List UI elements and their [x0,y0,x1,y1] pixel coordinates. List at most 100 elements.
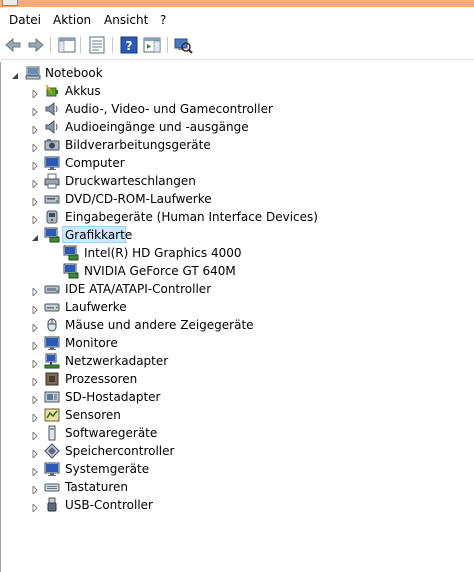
collapse-arrow-icon[interactable] [11,69,19,79]
window-icon[interactable] [2,0,18,6]
hard-drive-icon [44,299,60,315]
tree-item-bildverarbeitung[interactable]: Bildverarbeitungsgeräte [1,136,471,154]
expand-arrow-icon[interactable] [31,303,39,316]
expand-arrow-icon[interactable] [31,87,39,100]
tree-root-notebook[interactable]: Notebook [1,64,471,82]
tree-item-monitore[interactable]: Monitore [1,334,471,352]
tree-item-label: Tastaturen [65,480,128,494]
scan-hardware-icon[interactable] [173,35,193,55]
ide-controller-icon [44,281,60,297]
tree-item-sensoren[interactable]: Sensoren [1,406,471,424]
tree-item-label: Sensoren [65,408,121,422]
expand-arrow-icon[interactable] [31,429,39,442]
tree-item-label: Druckwarteschlangen [65,174,196,188]
expand-arrow-icon[interactable] [31,105,39,118]
processor-icon [44,371,60,387]
tree-item-systemgeraete[interactable]: Systemgeräte [1,460,471,478]
forward-arrow-icon[interactable] [25,35,45,55]
expand-arrow-icon[interactable] [31,213,39,226]
tree-item-label: Audio-, Video- und Gamecontroller [65,102,273,116]
display-adapter-icon [63,263,79,279]
speaker-icon [44,101,60,117]
tree-item-grafikkarte[interactable]: Grafikkarte [1,226,471,244]
tree-item-prozessoren[interactable]: Prozessoren [1,370,471,388]
expand-arrow-icon[interactable] [31,447,39,460]
tree-item-laufwerke[interactable]: Laufwerke [1,298,471,316]
display-adapter-icon [63,245,79,261]
tree-item-druckwarteschlangen[interactable]: Druckwarteschlangen [1,172,471,190]
menu-help[interactable]: ? [160,12,166,28]
tree-item-label: Bildverarbeitungsgeräte [65,138,211,152]
tree-item-label: Grafikkarte [65,228,133,242]
computer-icon [25,65,41,81]
expand-arrow-icon[interactable] [31,411,39,424]
expand-arrow-icon[interactable] [31,465,39,478]
expand-arrow-icon[interactable] [31,357,39,370]
console-tree-icon[interactable] [57,35,77,55]
tree-item-computer[interactable]: Computer [1,154,471,172]
expand-arrow-icon[interactable] [31,393,39,406]
expand-arrow-icon[interactable] [31,375,39,388]
menu-datei[interactable]: Datei [9,12,41,28]
toolbar-separator [112,37,113,53]
tree-item-label: Audioeingänge und -ausgänge [65,120,249,134]
tree-item-label: Softwaregeräte [65,426,158,440]
title-bar [0,0,474,7]
tree-item-label: Speichercontroller [65,444,175,458]
tree-item-label: Intel(R) HD Graphics 4000 [84,246,242,260]
sd-card-icon [44,389,60,405]
tree-item-ide-ata-atapi[interactable]: IDE ATA/ATAPI-Controller [1,280,471,298]
expand-arrow-icon[interactable] [31,339,39,352]
menu-aktion[interactable]: Aktion [53,12,91,28]
tree-item-label: Computer [65,156,125,170]
tree-item-maeuse[interactable]: Mäuse und andere Zeigegeräte [1,316,471,334]
expand-arrow-icon[interactable] [31,195,39,208]
expand-arrow-icon[interactable] [31,123,39,136]
tree-item-akkus[interactable]: Akkus [1,82,471,100]
expand-arrow-icon[interactable] [31,159,39,172]
system-device-icon [44,461,60,477]
tree-item-intel-hd-graphics[interactable]: Intel(R) HD Graphics 4000 [1,244,471,262]
tree-item-netzwerkadapter[interactable]: Netzwerkadapter [1,352,471,370]
tree-item-speichercontroller[interactable]: Speichercontroller [1,442,471,460]
properties-icon[interactable] [87,35,107,55]
tree-item-label: Systemgeräte [65,462,150,476]
network-icon [44,353,60,369]
disc-drive-icon [44,191,60,207]
tree-item-label: NVIDIA GeForce GT 640M [84,264,236,278]
device-tree: Notebook Akkus Audio-, Video- und Gameco… [0,62,473,572]
toolbar-separator [50,37,51,53]
tree-item-label: IDE ATA/ATAPI-Controller [65,282,212,296]
expand-arrow-icon[interactable] [31,321,39,334]
tree-item-usb-controller[interactable]: USB-Controller [1,496,471,514]
tree-item-sd-hostadapter[interactable]: SD-Hostadapter [1,388,471,406]
expand-arrow-icon[interactable] [31,285,39,298]
action-pane-icon[interactable] [142,35,162,55]
sensor-icon [44,407,60,423]
tree-item-tastaturen[interactable]: Tastaturen [1,478,471,496]
monitor-icon [44,155,60,171]
battery-icon [44,83,60,99]
tree-item-nvidia-geforce[interactable]: NVIDIA GeForce GT 640M [1,262,471,280]
tree-item-eingabegeraete[interactable]: Eingabegeräte (Human Interface Devices) [1,208,471,226]
tree-item-softwaregeraete[interactable]: Softwaregeräte [1,424,471,442]
expand-arrow-icon[interactable] [31,177,39,190]
menu-ansicht[interactable]: Ansicht [104,12,148,28]
software-device-icon [44,425,60,441]
camera-icon [44,137,60,153]
tree-item-audio-video-gamecontroller[interactable]: Audio-, Video- und Gamecontroller [1,100,471,118]
expand-arrow-icon[interactable] [31,141,39,154]
toolbar-separator [80,37,81,53]
collapse-arrow-icon[interactable] [31,231,39,241]
tree-item-audioeingaenge[interactable]: Audioeingänge und -ausgänge [1,118,471,136]
expand-arrow-icon[interactable] [31,483,39,496]
tree-item-label: SD-Hostadapter [65,390,161,404]
tree-item-label: USB-Controller [65,498,153,512]
back-arrow-icon[interactable] [4,35,24,55]
tree-item-label: Eingabegeräte (Human Interface Devices) [65,210,318,224]
keyboard-icon [44,479,60,495]
tree-item-dvd-cd-rom[interactable]: DVD/CD-ROM-Laufwerke [1,190,471,208]
expand-arrow-icon[interactable] [31,501,39,514]
help-icon[interactable]: ? [119,35,139,55]
tree-item-label: DVD/CD-ROM-Laufwerke [65,192,212,206]
